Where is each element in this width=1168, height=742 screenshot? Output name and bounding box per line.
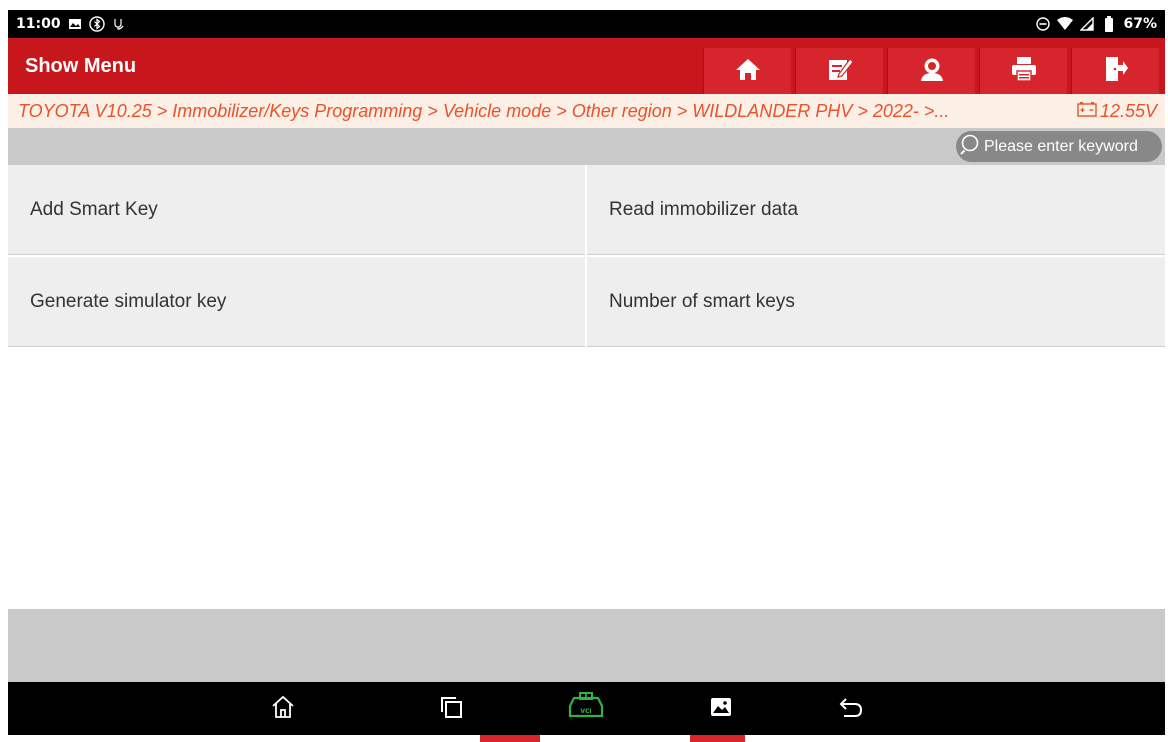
nav-home-button[interactable] [266, 692, 300, 726]
system-nav-bar: VCI [8, 682, 1165, 735]
decorative-stripe-left [480, 735, 540, 742]
screenshot-icon [709, 696, 733, 722]
nav-screenshot-button[interactable] [704, 692, 738, 726]
menu-item-read-immobilizer-data[interactable]: Read immobilizer data [587, 165, 1165, 255]
breadcrumb: TOYOTA V10.25 > Immobilizer/Keys Program… [8, 94, 1165, 128]
footer-strip [8, 609, 1165, 682]
edit-report-icon [827, 56, 854, 86]
signal-icon [1079, 16, 1095, 32]
breadcrumb-path: TOYOTA V10.25 > Immobilizer/Keys Program… [18, 100, 950, 121]
title-bar: Show Menu [8, 38, 1165, 94]
status-left: 11:00 [16, 16, 127, 32]
search-icon [960, 133, 982, 160]
remote-support-icon [918, 56, 946, 86]
exit-button[interactable] [1071, 48, 1159, 94]
nav-vci-button[interactable]: VCI [564, 692, 608, 726]
remote-support-button[interactable] [887, 48, 975, 94]
do-not-disturb-icon [1035, 16, 1051, 32]
voltage-value: 12.55V [1099, 100, 1157, 121]
car-battery-icon [1077, 101, 1097, 122]
back-icon [838, 695, 864, 723]
recents-icon [439, 695, 463, 723]
home-icon [270, 694, 296, 724]
status-right: 67% [1035, 16, 1157, 32]
toolbar [699, 48, 1159, 94]
wifi-icon [1057, 16, 1074, 32]
nav-back-button[interactable] [834, 692, 868, 726]
bluetooth-icon [88, 16, 105, 32]
nav-recents-button[interactable] [434, 692, 468, 726]
svg-text:VCI: VCI [580, 708, 591, 715]
menu-item-add-smart-key[interactable]: Add Smart Key [8, 165, 585, 255]
exit-icon [1104, 56, 1128, 86]
edit-report-button[interactable] [795, 48, 883, 94]
page-title: Show Menu [25, 54, 137, 77]
voltage-readout: 12.55V [1077, 101, 1157, 122]
battery-percent: 67% [1123, 16, 1157, 32]
battery-icon [1101, 16, 1117, 32]
status-bar: 11:00 67% [8, 10, 1165, 38]
home-button[interactable] [703, 48, 791, 94]
menu-item-number-of-smart-keys[interactable]: Number of smart keys [587, 257, 1165, 347]
search-box[interactable] [956, 131, 1164, 162]
print-button[interactable] [979, 48, 1067, 94]
decorative-stripe-right [690, 735, 745, 742]
menu-grid: Add Smart Key Read immobilizer data Gene… [8, 165, 1165, 347]
status-time: 11:00 [16, 16, 61, 32]
search-input[interactable] [984, 137, 1164, 156]
print-icon [1011, 56, 1037, 86]
image-notification-icon [67, 16, 83, 32]
home-icon [735, 57, 761, 85]
diagnostic-icon [111, 16, 127, 32]
menu-item-generate-simulator-key[interactable]: Generate simulator key [8, 257, 585, 347]
search-strip [8, 128, 1165, 165]
vci-icon: VCI [566, 692, 606, 726]
